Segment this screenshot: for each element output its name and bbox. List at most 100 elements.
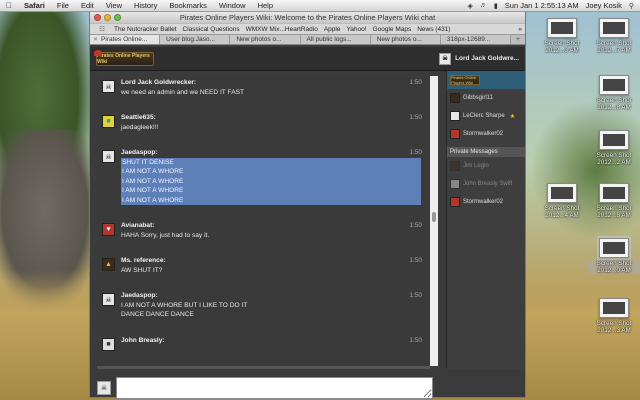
user-list-item[interactable]: Stormwalker02 — [447, 125, 525, 143]
santa-hat-icon — [94, 49, 102, 56]
tab-label: New photos o... — [236, 36, 282, 43]
window-controls — [90, 14, 121, 21]
current-user[interactable]: ☠ Lord Jack Goldwre... — [439, 52, 519, 65]
avatar — [450, 197, 460, 207]
new-tab-button[interactable]: + — [511, 35, 525, 44]
message-author[interactable]: Ms. reference: — [121, 254, 421, 266]
wifi-icon[interactable]: ◈ — [468, 2, 473, 10]
avatar — [450, 179, 460, 189]
horizontal-scrollbar[interactable] — [97, 366, 430, 369]
avatar[interactable]: ☠ — [102, 80, 115, 93]
private-message-item[interactable]: John Breasly Swift — [447, 175, 525, 193]
message-text: jaedagleek!!! — [121, 123, 159, 131]
tab[interactable]: New photos o... — [370, 35, 441, 44]
message-scrollbar[interactable] — [430, 76, 438, 366]
avatar[interactable]: ▲ — [102, 258, 115, 271]
desktop-file-icon[interactable]: Screen Shot 2012...3 AM — [536, 18, 588, 54]
desktop-file-icon[interactable]: Screen Shot 2012...0 AM — [588, 236, 640, 274]
desktop-file-icon[interactable]: Screen Shot 2012...2 AM — [588, 130, 640, 166]
message-time: 1:50 — [409, 79, 422, 86]
avatar[interactable]: ☠ — [102, 150, 115, 163]
message-time: 1:50 — [409, 336, 422, 344]
menubar-clock[interactable]: Sun Jan 1 2:55:13 AM — [505, 1, 579, 10]
tab[interactable]: 318px-12689... — [440, 35, 512, 44]
chat-input[interactable] — [116, 377, 433, 399]
message-author[interactable]: Jaedaspop: — [121, 146, 421, 158]
desktop-file-icon[interactable]: Screen Shot 2012...8 AM — [588, 75, 640, 111]
user-list: Pirates Online Players Wiki Gibbsgirl11 … — [446, 71, 525, 369]
bookmark-item[interactable]: The Nutcracker Ballet — [111, 26, 180, 33]
tab[interactable]: User blog:Jaso... — [160, 35, 231, 44]
menu-help[interactable]: Help — [252, 1, 279, 10]
screenshot-thumbnail-icon — [547, 18, 577, 38]
user-name: LeClerc Sharpe — [463, 113, 505, 119]
tab[interactable]: ✕ Pirates Online... — [90, 35, 161, 44]
message-author[interactable]: Jaedaspop: — [121, 289, 421, 301]
chat-message: ♥ Avianabat: HAHA Sorry, just had to say… — [97, 219, 430, 240]
spotlight-search-icon[interactable]: ⚲ — [629, 2, 634, 10]
menu-bookmarks[interactable]: Bookmarks — [163, 1, 213, 10]
message-author[interactable]: Lord Jack Goldwrecker: — [121, 76, 421, 88]
desktop-file-icon[interactable]: Screen Shot 2012...3 AM — [588, 298, 640, 334]
chat-message: ☠ Lord Jack Goldwrecker: we need an admi… — [97, 76, 430, 97]
desktop-file-label: Screen Shot 2012...8 AM — [596, 97, 632, 111]
menu-edit[interactable]: Edit — [75, 1, 100, 10]
avatar — [450, 161, 460, 171]
menu-history[interactable]: History — [128, 1, 163, 10]
chat-message: ▲ Ms. reference: AW SHUT IT? 1:50 — [97, 254, 430, 275]
user-name: Stormwalker02 — [463, 131, 504, 137]
message-time: 1:50 — [409, 114, 422, 121]
desktop-file-icon[interactable]: Screen Shot 2012...8 AM — [588, 183, 640, 219]
tab-label: All public logs... — [306, 36, 352, 43]
scrollbar-thumb[interactable] — [432, 212, 436, 222]
user-list-item[interactable]: LeClerc Sharpe ★ — [447, 107, 525, 125]
apple-menu-icon[interactable]:  — [0, 1, 18, 10]
bookmark-item[interactable]: News (431) — [414, 26, 453, 33]
bookmark-item[interactable]: WMXW Mix...HeartRadio — [243, 26, 321, 33]
avatar[interactable]: ☠ — [102, 293, 115, 306]
battery-icon[interactable]: ▮ — [494, 2, 498, 10]
minimize-button[interactable] — [104, 14, 111, 21]
menubar-user[interactable]: Joey Kosik — [586, 1, 622, 10]
bookmark-item[interactable]: Yahoo! — [343, 26, 369, 33]
window-titlebar[interactable]: Pirates Online Players Wiki: Welcome to … — [90, 12, 525, 23]
avatar[interactable]: ■ — [102, 337, 115, 351]
message-author[interactable]: Seattle635: — [121, 111, 421, 123]
tab-label: User blog:Jaso... — [166, 36, 215, 43]
close-button[interactable] — [94, 14, 101, 21]
menu-safari[interactable]: Safari — [18, 1, 51, 10]
volume-icon[interactable]: ♬ — [480, 2, 487, 9]
message-author[interactable]: Avianabat: — [121, 219, 421, 231]
menu-file[interactable]: File — [51, 1, 75, 10]
tab[interactable]: New photos o... — [230, 35, 301, 44]
user-list-wiki-room[interactable]: Pirates Online Players Wiki — [447, 71, 525, 89]
menu-bar:  Safari File Edit View History Bookmark… — [0, 0, 640, 12]
avatar[interactable]: ♥ — [102, 223, 115, 236]
zoom-button[interactable] — [114, 14, 121, 21]
message-list[interactable]: ☠ Lord Jack Goldwrecker: we need an admi… — [97, 76, 430, 366]
avatar[interactable]: ■ — [102, 115, 115, 128]
desktop-file-icon[interactable]: Screen Shot 2012...4 AM — [536, 183, 588, 219]
tab-label: Pirates Online... — [101, 36, 148, 43]
bookmark-item[interactable]: Apple — [321, 26, 344, 33]
private-message-item[interactable]: Stormwalker02 — [447, 193, 525, 211]
reading-list-icon[interactable]: ☷ — [93, 25, 111, 33]
user-list-item[interactable]: Gibbsgirl11 — [447, 89, 525, 107]
bookmarks-overflow-icon[interactable]: » — [518, 26, 525, 33]
message-text: SHUT IT DENISE — [121, 157, 421, 167]
bookmark-item[interactable]: Classical Questions — [180, 26, 243, 33]
menu-window[interactable]: Window — [213, 1, 252, 10]
private-message-item[interactable]: Jim Legin — [447, 157, 525, 175]
bookmark-item[interactable]: Google Maps — [370, 26, 415, 33]
private-messages-heading: Private Messages — [447, 147, 525, 157]
menu-view[interactable]: View — [100, 1, 128, 10]
wiki-logo[interactable]: Pirates Online Players Wiki — [94, 49, 154, 66]
screenshot-thumbnail-icon — [599, 18, 629, 38]
message-text: I AM NOT A WHORE BUT I LIKE TO DO IT — [121, 301, 248, 309]
avatar — [450, 111, 460, 121]
tab-close-icon[interactable]: ✕ — [93, 36, 98, 43]
desktop-file-icon[interactable]: Screen Shot 2012...7 AM — [588, 18, 640, 54]
tab[interactable]: All public logs... — [300, 35, 371, 44]
message-author[interactable]: John Breasly: — [121, 334, 421, 346]
message-text: we need an admin and we NEED IT FAST — [121, 88, 245, 96]
